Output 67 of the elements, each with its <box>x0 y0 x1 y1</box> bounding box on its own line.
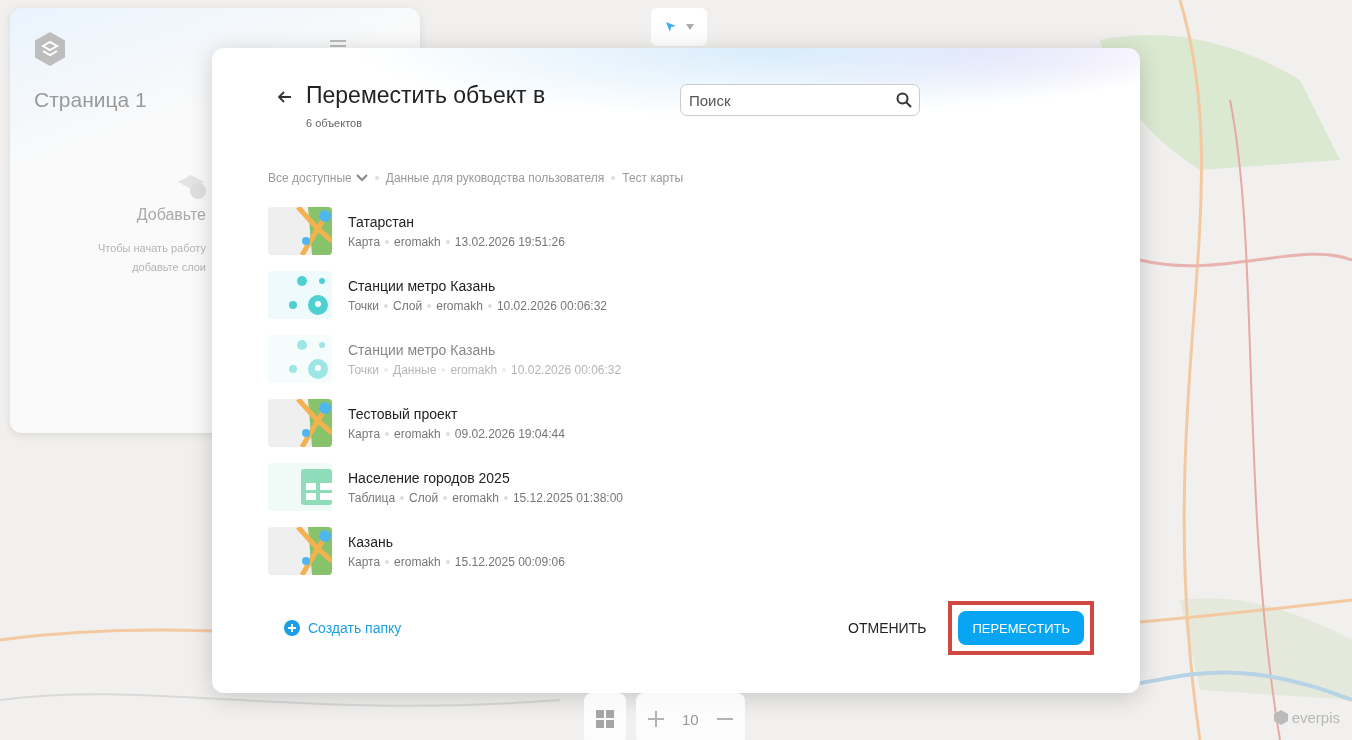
item-meta: eromakh <box>394 554 441 569</box>
separator-dot <box>445 431 450 436</box>
cursor-icon <box>664 20 678 34</box>
separator-dot <box>385 431 390 436</box>
separator-dot <box>400 495 405 500</box>
separator-dot <box>443 495 448 500</box>
item-meta: 15.12.2025 01:38:00 <box>512 490 624 505</box>
separator-dot <box>487 303 492 308</box>
item-title[interactable]: Население городов 2025 <box>348 469 624 486</box>
zoom-level: 10 <box>682 710 699 728</box>
item-meta: eromakh <box>450 362 498 377</box>
item-title[interactable]: Татарстан <box>348 213 565 230</box>
zoom-in-icon[interactable] <box>648 711 664 727</box>
item-meta: Слой <box>393 298 423 313</box>
separator-dot <box>385 559 390 564</box>
item-meta: Таблица <box>348 490 396 505</box>
item-meta: 10.02.2026 00:06:32 <box>511 362 622 377</box>
item-title[interactable]: Станции метро Казань <box>348 277 607 294</box>
item-meta: eromakh <box>452 490 499 505</box>
item-meta: Данные <box>393 362 437 377</box>
menu-icon <box>330 40 346 47</box>
separator-dot <box>427 303 432 308</box>
points-thumbnail <box>268 271 332 319</box>
add-layer-icon <box>176 172 206 200</box>
item-meta: 15.12.2025 00:09:06 <box>454 554 565 569</box>
item-meta: Точки <box>348 298 379 313</box>
brand-logo-text: everpis <box>1291 709 1340 726</box>
item-meta: eromakh <box>394 234 441 249</box>
points-thumbnail <box>268 335 332 383</box>
item-title[interactable]: Тестовый проект <box>348 405 565 422</box>
dialog-title: Переместить объект в <box>306 82 546 109</box>
separator-dot <box>445 559 450 564</box>
grid-icon <box>596 710 614 728</box>
separator-dot <box>385 239 390 244</box>
item-meta: Точки <box>348 362 379 377</box>
search-field[interactable]: Поиск <box>680 84 920 116</box>
empty-state-text: добавьте слои <box>132 261 206 274</box>
separator-dot <box>503 495 508 500</box>
item-meta: 10.02.2026 00:06:32 <box>496 298 607 313</box>
item-meta: Карта <box>348 234 381 249</box>
item-meta: eromakh <box>394 426 441 441</box>
item-meta: 09.02.2026 19:04:44 <box>454 426 565 441</box>
table-thumbnail <box>268 463 332 511</box>
logo-icon <box>34 32 66 66</box>
search-icon[interactable] <box>896 92 912 108</box>
separator-dot <box>445 239 450 244</box>
pointer-tool-button[interactable] <box>651 8 707 46</box>
map-thumbnail <box>268 527 332 575</box>
item-meta: 13.02.2026 19:51:26 <box>454 234 565 249</box>
item-meta: Слой <box>409 490 439 505</box>
grid-button[interactable] <box>584 693 626 740</box>
caret-icon <box>686 24 694 30</box>
map-thumbnail <box>268 207 332 255</box>
logo-icon <box>1273 710 1288 725</box>
plus-circle-icon <box>284 620 300 636</box>
chevron-icon <box>355 174 368 182</box>
item-meta: Карта <box>348 426 381 441</box>
cancel-button[interactable]: ОТМЕНИТЬ <box>844 612 931 644</box>
empty-state-text: Чтобы начать работу <box>97 242 206 255</box>
item-meta: eromakh <box>436 298 483 313</box>
map-thumbnail <box>268 399 332 447</box>
page-title: Страница 1 <box>34 88 147 112</box>
item-title[interactable]: Казань <box>348 533 565 550</box>
empty-state-title: Добавьте <box>136 206 206 224</box>
back-icon[interactable] <box>278 91 292 103</box>
item-meta: Карта <box>348 554 381 569</box>
object-count: 6 объектов <box>306 117 364 129</box>
